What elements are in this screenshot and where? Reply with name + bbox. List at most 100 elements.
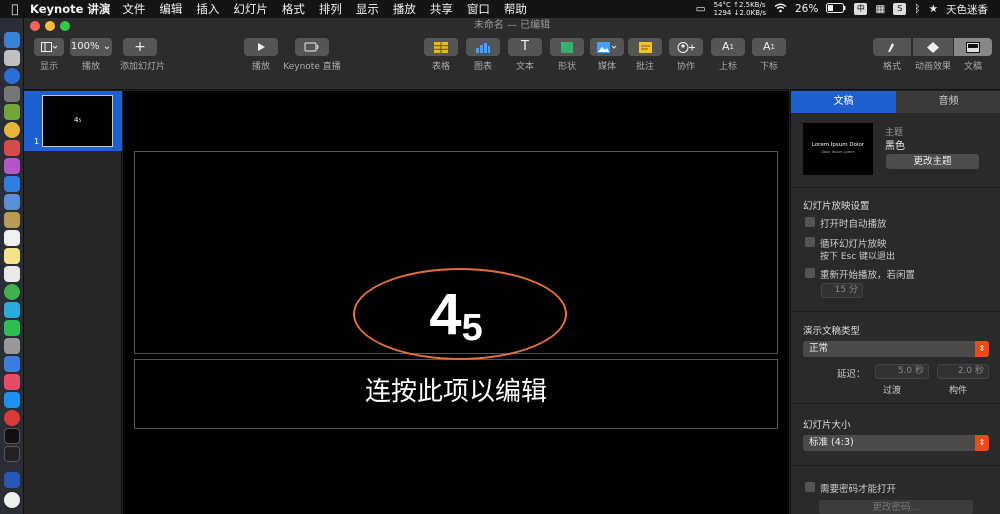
menu-bar:  Keynote 讲演 文件 编辑 插入 幻灯片 格式 排列 显示 播放 共享… bbox=[0, 0, 1000, 18]
menu-arrange[interactable]: 排列 bbox=[319, 1, 342, 17]
menu-play[interactable]: 播放 bbox=[393, 1, 416, 17]
grid-icon[interactable]: ▦ bbox=[875, 3, 885, 15]
chrome-icon[interactable] bbox=[4, 122, 20, 138]
app-green-icon[interactable] bbox=[4, 284, 20, 300]
divider bbox=[791, 465, 1000, 466]
toolbar: 显示 100% ⌄ 播放 + 添加幻灯片 播放 Keynote 直播 表格 图表… bbox=[24, 34, 1000, 90]
photos-icon[interactable] bbox=[4, 266, 20, 282]
menu-edit[interactable]: 编辑 bbox=[159, 1, 182, 17]
superscript-button[interactable]: A1 bbox=[711, 38, 745, 56]
network-monitor[interactable]: 54°C ↑2.5KB/s 1294 ↓2.0KB/s bbox=[714, 1, 766, 17]
menu-view[interactable]: 显示 bbox=[356, 1, 379, 17]
input-method-icon[interactable]: 中 bbox=[854, 3, 868, 15]
view-button[interactable] bbox=[34, 38, 64, 56]
chart-button[interactable] bbox=[466, 38, 500, 56]
subscript-button[interactable]: A1 bbox=[752, 38, 786, 56]
autoplay-checkbox[interactable] bbox=[805, 217, 815, 227]
minimize-button[interactable] bbox=[45, 21, 55, 31]
archive-icon[interactable] bbox=[4, 212, 20, 228]
launchpad-icon[interactable] bbox=[4, 50, 20, 66]
play-button[interactable] bbox=[244, 38, 278, 56]
finder-icon[interactable] bbox=[4, 32, 20, 48]
build-delay-stepper[interactable]: 2.0 秒 bbox=[937, 364, 989, 379]
menu-slide[interactable]: 幻灯片 bbox=[233, 1, 268, 17]
android-icon[interactable] bbox=[4, 104, 20, 120]
wifi-icon[interactable] bbox=[774, 3, 787, 16]
zoom-button[interactable] bbox=[60, 21, 70, 31]
wechat-icon[interactable] bbox=[4, 320, 20, 336]
battery-icon[interactable] bbox=[826, 2, 846, 16]
yandex-icon[interactable] bbox=[4, 492, 20, 508]
restart-idle-label: 重新开始播放，若闲置 bbox=[820, 270, 916, 281]
safari-icon[interactable] bbox=[4, 68, 20, 84]
menu-app-name[interactable]: Keynote 讲演 bbox=[30, 1, 110, 17]
table-control: 表格 bbox=[424, 38, 458, 72]
star-icon[interactable]: ★ bbox=[929, 3, 938, 15]
vivaldi-icon[interactable] bbox=[4, 410, 20, 426]
collaborate-button[interactable] bbox=[669, 38, 703, 56]
app-blue-icon[interactable] bbox=[4, 176, 20, 192]
document-button[interactable] bbox=[954, 38, 992, 56]
app-s-icon[interactable]: S bbox=[893, 3, 907, 15]
collaborate-label: 协作 bbox=[676, 62, 695, 72]
app-red-icon[interactable] bbox=[4, 140, 20, 156]
document-control: 文稿 bbox=[953, 38, 993, 72]
keynote-live-button[interactable] bbox=[295, 38, 329, 56]
rocket-icon[interactable] bbox=[4, 86, 20, 102]
loop-checkbox[interactable] bbox=[805, 237, 815, 247]
music-icon[interactable] bbox=[4, 374, 20, 390]
add-slide-button[interactable]: + bbox=[123, 38, 157, 56]
bluetooth-icon[interactable]: ᛒ bbox=[914, 3, 920, 15]
close-button[interactable] bbox=[30, 21, 40, 31]
shape-button[interactable] bbox=[550, 38, 584, 56]
play-control: 播放 bbox=[244, 38, 278, 72]
menu-window[interactable]: 窗口 bbox=[467, 1, 490, 17]
tab-document[interactable]: 文稿 bbox=[791, 91, 896, 113]
comment-button[interactable] bbox=[628, 38, 662, 56]
app-cyan-icon[interactable] bbox=[4, 302, 20, 318]
body-placeholder-text[interactable]: 连按此项以编辑 bbox=[134, 371, 778, 408]
slide-thumbnail[interactable]: 4₅ bbox=[42, 95, 113, 147]
format-button[interactable] bbox=[873, 38, 911, 56]
app-gray-icon[interactable] bbox=[4, 338, 20, 354]
idle-minutes-stepper[interactable]: 15 分 bbox=[821, 283, 863, 298]
slide-size-select[interactable]: 标准 (4:3) ⇕ bbox=[803, 435, 989, 451]
text-label: 文本 bbox=[515, 62, 534, 72]
tab-audio[interactable]: 音频 bbox=[896, 91, 1000, 113]
apple-icon[interactable]:  bbox=[0, 2, 30, 16]
change-theme-button[interactable]: 更改主题 bbox=[886, 154, 979, 169]
menu-share[interactable]: 共享 bbox=[430, 1, 453, 17]
animate-button[interactable] bbox=[913, 38, 953, 56]
display-icon[interactable]: ▭ bbox=[696, 3, 706, 15]
app-purple-icon[interactable] bbox=[4, 158, 20, 174]
zoom-value: 100% bbox=[70, 41, 100, 52]
table-button[interactable] bbox=[424, 38, 458, 56]
preview-icon[interactable] bbox=[4, 194, 20, 210]
menu-format[interactable]: 格式 bbox=[282, 1, 305, 17]
change-password-button[interactable]: 更改密码... bbox=[819, 500, 973, 514]
user-name[interactable]: 天色迷香 bbox=[946, 2, 988, 17]
transition-delay-stepper[interactable]: 5.0 秒 bbox=[875, 364, 929, 379]
terminal-icon[interactable] bbox=[4, 428, 20, 444]
appstore-icon[interactable] bbox=[4, 392, 20, 408]
media-button[interactable] bbox=[590, 38, 624, 56]
slide-thumbnail-item[interactable]: 4₅ 1 bbox=[24, 91, 122, 151]
require-password-checkbox[interactable] bbox=[805, 482, 815, 492]
view-control: 显示 bbox=[34, 38, 64, 72]
shape-control: 形状 bbox=[550, 38, 584, 72]
text-button[interactable]: T bbox=[508, 38, 542, 56]
zoom-button[interactable]: 100% ⌄ bbox=[70, 38, 112, 56]
menu-insert[interactable]: 插入 bbox=[196, 1, 219, 17]
calendar-icon[interactable] bbox=[4, 230, 20, 246]
theme-name: 黑色 bbox=[885, 141, 905, 152]
menu-file[interactable]: 文件 bbox=[122, 1, 145, 17]
notes-icon[interactable] bbox=[4, 248, 20, 264]
theme-thumbnail[interactable]: Lorem Ipsum Dolor Dolor Ipsum Lorem bbox=[803, 123, 873, 175]
activity-monitor-icon[interactable] bbox=[4, 446, 20, 462]
menu-help[interactable]: 帮助 bbox=[504, 1, 527, 17]
vpn-icon[interactable] bbox=[4, 472, 20, 488]
presentation-type-select[interactable]: 正常 ⇕ bbox=[803, 341, 989, 357]
keynote-icon[interactable] bbox=[4, 356, 20, 372]
restart-idle-checkbox[interactable] bbox=[805, 268, 815, 278]
document-inspector: 文稿 音频 Lorem Ipsum Dolor Dolor Ipsum Lore… bbox=[790, 91, 1000, 514]
